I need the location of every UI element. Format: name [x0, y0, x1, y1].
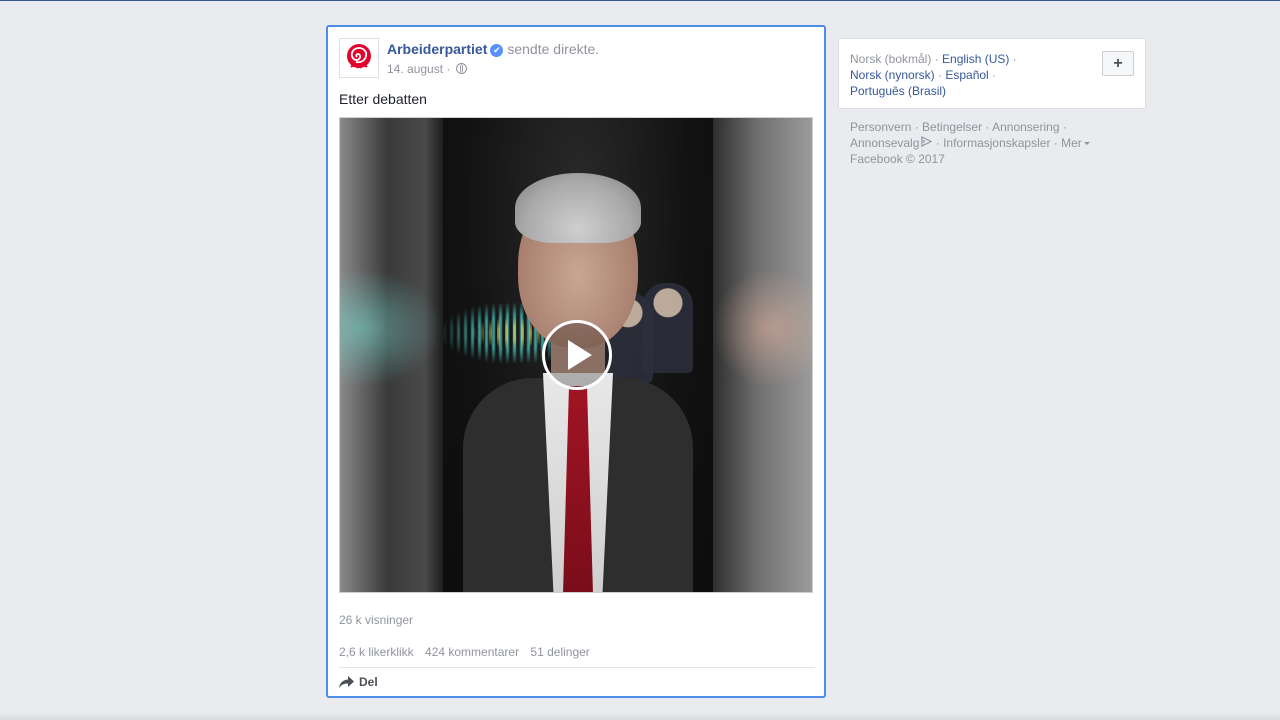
footer-link[interactable]: Annonsering	[992, 120, 1059, 134]
globe-icon[interactable]	[455, 63, 467, 74]
verified-badge-icon: ✔	[490, 44, 504, 57]
likes-count-link[interactable]: 2,6 k likerklikk	[339, 645, 414, 659]
page-avatar[interactable]	[339, 38, 379, 78]
footer-link[interactable]: Annonsevalg	[850, 136, 919, 150]
caret-down-icon	[1083, 142, 1090, 145]
page-name-link[interactable]: Arbeiderpartiet	[387, 41, 487, 57]
language-selector: Norsk (bokmål) · English (US) · Norsk (n…	[838, 38, 1146, 109]
comments-count-link[interactable]: 424 kommentarer	[425, 645, 519, 659]
post-card: Arbeiderpartiet ✔ sendte direkte. 14. augu…	[326, 25, 826, 698]
view-count: 26 k visninger	[339, 613, 414, 627]
engagement-stats: 2,6 k likerklikk 424 kommentarer 51 deli…	[339, 645, 598, 659]
top-nav-edge	[0, 0, 1280, 1]
post-date-link[interactable]: 14. august	[387, 62, 443, 76]
copyright: Facebook © 2017	[850, 152, 945, 166]
current-language: Norsk (bokmål)	[850, 52, 932, 66]
footer-links: Personvern · Betingelser · Annonsering ·…	[850, 119, 1140, 167]
share-button[interactable]: Del	[339, 675, 378, 689]
footer-link[interactable]: Betingelser	[922, 120, 982, 134]
video-player[interactable]	[339, 117, 813, 593]
footer-link[interactable]: Personvern	[850, 120, 911, 134]
bottom-edge	[0, 712, 1280, 720]
video-blur-right-glow	[711, 268, 812, 388]
share-arrow-icon	[339, 676, 354, 688]
divider	[339, 667, 815, 668]
post-meta: 14. august ·	[387, 62, 467, 76]
language-link[interactable]: English (US)	[942, 52, 1009, 66]
post-header: Arbeiderpartiet ✔ sendte direkte.	[387, 41, 599, 57]
language-link[interactable]: Norsk (nynorsk)	[850, 68, 935, 82]
adchoices-icon	[921, 136, 933, 147]
share-label: Del	[359, 675, 378, 689]
footer-link[interactable]: Informasjonskapsler	[943, 136, 1050, 150]
language-list: Norsk (bokmål) · English (US) · Norsk (n…	[850, 52, 1017, 98]
background-person	[643, 283, 693, 373]
speaker-hair	[515, 173, 641, 243]
post-text: Etter debatten	[339, 91, 427, 107]
language-link[interactable]: Español	[945, 68, 988, 82]
footer-link-more[interactable]: Mer	[1061, 136, 1082, 150]
shares-count-link[interactable]: 51 delinger	[530, 645, 589, 659]
play-icon[interactable]	[542, 320, 612, 390]
video-blur-left	[340, 268, 443, 388]
post-action-text: sendte direkte.	[507, 41, 600, 57]
add-language-button[interactable]: +	[1102, 51, 1134, 76]
meta-separator: ·	[446, 62, 451, 76]
language-link[interactable]: Português (Brasil)	[850, 84, 946, 98]
rose-logo-icon	[347, 44, 371, 69]
